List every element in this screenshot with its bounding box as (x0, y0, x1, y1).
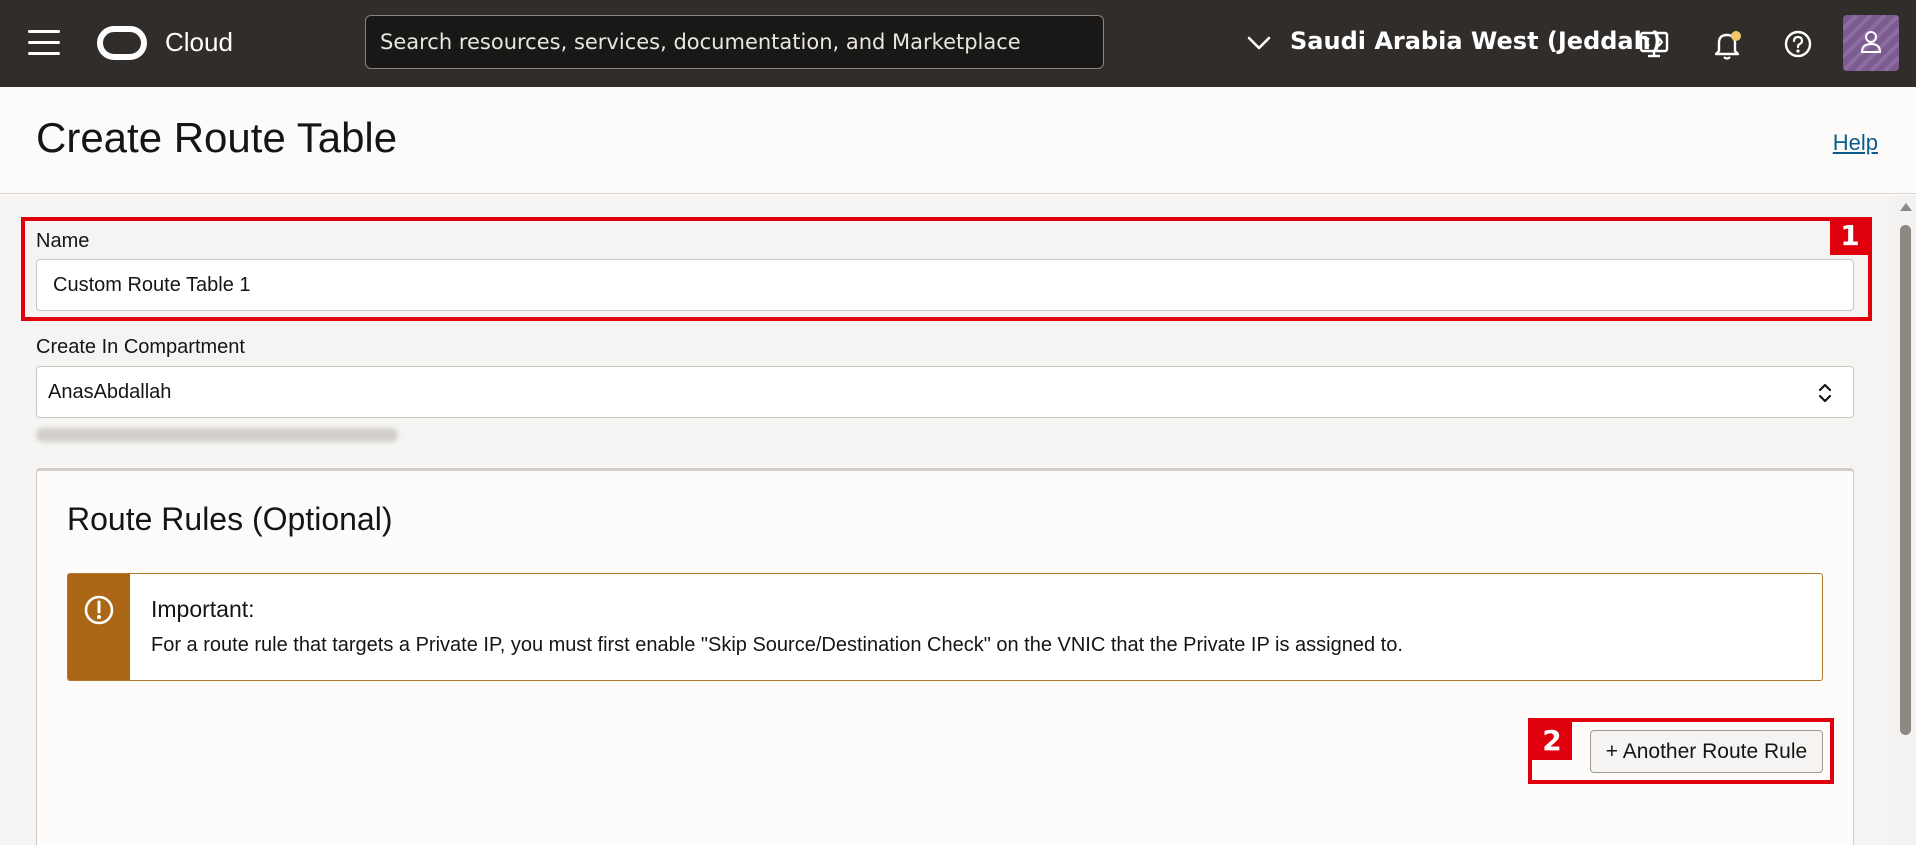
warning-icon (84, 595, 114, 625)
top-navigation-bar: Cloud Search resources, services, docume… (0, 0, 1916, 87)
vertical-scrollbar[interactable] (1895, 195, 1916, 845)
bell-icon[interactable] (1707, 24, 1747, 64)
user-avatar[interactable] (1843, 15, 1899, 71)
cloud-shell-icon[interactable] (1634, 24, 1674, 64)
scroll-up-arrow-icon[interactable] (1900, 203, 1912, 211)
highlight-box-1 (21, 217, 1872, 321)
user-icon (1843, 15, 1899, 71)
compartment-value: AnasAbdallah (48, 381, 172, 403)
form-content: Name Custom Route Table 1 Create In Comp… (0, 195, 1895, 845)
menu-icon[interactable] (28, 30, 60, 56)
compartment-label: Create In Compartment (36, 336, 245, 358)
chevron-down-icon[interactable] (1245, 31, 1273, 55)
help-icon[interactable] (1778, 24, 1818, 64)
alert-accent-bar (68, 574, 130, 680)
brand-label[interactable]: Cloud (165, 27, 233, 58)
alert-message: For a route rule that targets a Private … (151, 634, 1403, 656)
app-window: Cloud Search resources, services, docume… (0, 0, 1916, 845)
compartment-ocid-blurred (36, 428, 398, 442)
help-link[interactable]: Help (1833, 130, 1878, 156)
alert-title: Important: (151, 596, 255, 622)
highlight-number-2: 2 (1532, 722, 1572, 760)
region-selector[interactable]: Saudi Arabia West (Jeddah) (1290, 27, 1662, 55)
page-title: Create Route Table (36, 114, 398, 161)
page-header: Create Route Table Help (0, 87, 1916, 194)
search-input[interactable]: Search resources, services, documentatio… (365, 15, 1104, 69)
scroll-thumb[interactable] (1900, 225, 1911, 735)
route-rules-panel: Route Rules (Optional) Important: For a … (36, 468, 1854, 845)
important-alert: Important: For a route rule that targets… (67, 573, 1823, 681)
route-rules-title: Route Rules (Optional) (67, 501, 393, 537)
highlight-box-2 (1528, 718, 1834, 784)
oracle-logo-icon[interactable] (97, 26, 147, 60)
select-arrows-icon (1818, 383, 1832, 403)
highlight-number-1: 1 (1830, 217, 1870, 255)
compartment-select[interactable]: AnasAbdallah (36, 366, 1854, 418)
